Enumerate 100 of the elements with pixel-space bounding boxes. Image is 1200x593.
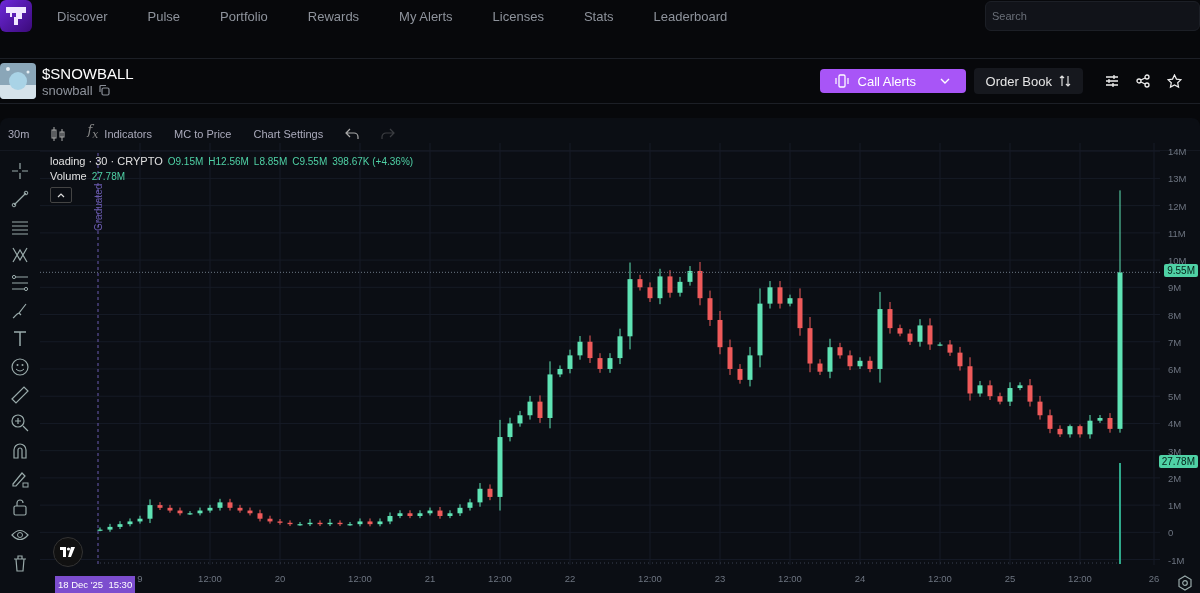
crosshair-icon[interactable] [10, 161, 30, 181]
volume-label: Volume [50, 170, 87, 182]
candlestick [1037, 395, 1043, 421]
candlestick [657, 268, 663, 305]
interval-button[interactable]: 30m [8, 128, 30, 140]
candlestick [517, 410, 523, 428]
order-book-button[interactable]: Order Book [973, 68, 1083, 94]
axis-label: 24 [854, 573, 866, 584]
candlestick [647, 281, 653, 303]
star-icon[interactable] [1167, 73, 1182, 89]
candlestick [937, 341, 943, 347]
copy-icon[interactable] [97, 84, 110, 96]
lock-icon[interactable] [10, 497, 30, 517]
indicators-button[interactable]: Indicators [104, 128, 153, 140]
settings-icon[interactable] [1177, 575, 1193, 591]
candlestick [1057, 424, 1063, 438]
axis-label: 0 [1168, 527, 1174, 539]
candlestick [597, 352, 603, 374]
candlestick [397, 509, 403, 519]
trend-line-icon[interactable] [10, 189, 30, 209]
candlestick [767, 280, 773, 310]
candlestick [957, 346, 963, 372]
fib-levels-icon[interactable] [10, 273, 30, 293]
candlestick [817, 358, 823, 376]
candlestick [1017, 381, 1023, 391]
axis-label: 13M [1168, 173, 1187, 185]
axis-label: 9M [1168, 282, 1182, 294]
share-icon[interactable] [1136, 74, 1150, 88]
candlestick [577, 335, 583, 361]
nav-link[interactable]: Leaderboard [653, 8, 728, 24]
candlestick [907, 328, 913, 346]
nav-link[interactable]: My Alerts [399, 8, 453, 24]
axis-label: 12:00 [348, 573, 372, 584]
price-badge: 9.55M [1164, 264, 1198, 278]
nav-link[interactable]: Rewards [307, 8, 360, 24]
nav-link[interactable]: Licenses [492, 8, 544, 24]
chart-title: loading · 30 · CRYPTO [50, 155, 163, 167]
tradingview-logo-icon[interactable] [53, 537, 83, 567]
candlestick [737, 363, 743, 385]
ohlc-value: H12.56M [208, 156, 249, 167]
nav-link[interactable]: Portfolio [220, 8, 268, 24]
candlestick [117, 520, 123, 530]
candlestick [477, 482, 483, 508]
axis-label: 12:00 [198, 573, 222, 584]
pitchfork-icon[interactable] [10, 245, 30, 265]
candlestick [457, 503, 463, 517]
nav-link[interactable]: Discover [57, 8, 108, 24]
call-alerts-button[interactable]: Call Alerts [819, 69, 966, 93]
mc-to-price-button[interactable]: MC to Price [174, 128, 232, 140]
ohlc-value: O9.15M [167, 156, 204, 167]
candlestick [867, 355, 873, 373]
graduated-label: Graduated [93, 183, 104, 231]
candles-icon[interactable] [51, 126, 66, 142]
volume-value: 27.78M [91, 171, 126, 182]
candlestick [467, 498, 473, 512]
date-badge: 18 Dec '25 15:30 [55, 576, 136, 593]
settings-icon[interactable] [1105, 74, 1119, 88]
candlestick [387, 511, 393, 525]
candlestick [847, 349, 853, 371]
candlestick [857, 356, 863, 370]
nav-link[interactable]: Pulse [147, 8, 181, 24]
candlestick [567, 349, 573, 374]
axis-label: 11M [1168, 227, 1186, 239]
magnet-icon[interactable] [10, 441, 30, 461]
axis-label: 26 [1148, 573, 1160, 584]
candlestick [557, 364, 563, 378]
nav-link[interactable]: Stats [583, 8, 614, 24]
axis-label: 4M [1168, 418, 1182, 430]
candlestick [1107, 412, 1113, 434]
candlestick [407, 509, 413, 519]
chart-settings-button[interactable]: Chart Settings [253, 128, 324, 140]
candlestick [227, 498, 233, 512]
token-symbol: $SNOWBALL [42, 64, 134, 82]
candlestick [727, 339, 733, 376]
axis-label: 9 [137, 573, 143, 584]
candlestick [1087, 414, 1093, 440]
axis-label: 22 [564, 573, 576, 584]
zoom-in-icon[interactable] [10, 413, 30, 433]
candlestick [667, 269, 673, 299]
candlestick [357, 517, 363, 527]
sort-arrows-icon [1059, 75, 1071, 87]
candlestick [417, 509, 423, 519]
axis-label: 2M [1168, 472, 1182, 484]
search-field[interactable]: Search [985, 1, 1200, 31]
candlestick [447, 509, 453, 519]
candlestick [927, 317, 933, 351]
undo-icon[interactable] [345, 128, 360, 140]
ruler-icon[interactable] [10, 385, 30, 405]
logo-icon[interactable] [0, 0, 32, 32]
candlestick [687, 265, 693, 287]
axis-label: 6M [1168, 363, 1182, 375]
function-icon: f$_{x}$ [87, 123, 99, 141]
axis-label: 23 [714, 573, 726, 584]
candlestick [1007, 381, 1013, 407]
emoji-icon[interactable] [10, 357, 30, 377]
axis-label: 21 [424, 573, 436, 584]
axis-label: 10M [1168, 255, 1187, 267]
collapse-button[interactable] [50, 187, 72, 203]
candlestick [1097, 414, 1103, 424]
phone-vibrate-icon [833, 74, 850, 88]
